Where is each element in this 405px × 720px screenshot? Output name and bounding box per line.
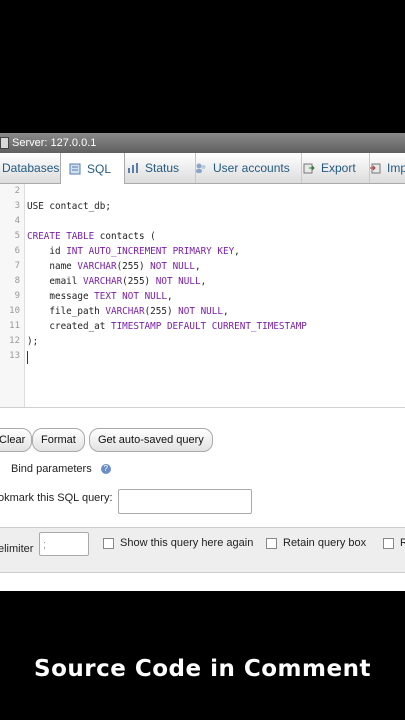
delimiter-value: ; [43,539,47,551]
delimiter-label: elimiter [0,543,34,555]
server-icon [0,137,9,150]
retain-query-checkbox[interactable] [266,537,277,549]
tab-label: Status [145,161,180,175]
tab-label: Export [321,161,356,175]
code-line: created_at TIMESTAMP DEFAULT CURRENT_TIM… [27,321,307,332]
line-number: 2 [14,186,20,196]
more-option[interactable]: R [383,537,405,549]
format-button[interactable]: Format [32,428,85,452]
code-line: email VARCHAR(255) NOT NULL, [27,276,207,287]
tab-export[interactable]: Export [295,153,370,183]
show-query-label: Show this query here again [120,537,254,549]
retain-query-label: Retain query box [283,537,367,549]
import-icon [370,163,381,174]
status-icon [128,163,138,173]
tab-status[interactable]: Status [117,153,196,183]
tab-label: SQL [87,161,112,176]
server-title[interactable]: Server: 127.0.0.1 [12,137,96,149]
line-number: 7 [14,261,20,271]
tab-label: Imp [387,161,405,175]
bookmark-label: okmark this SQL query: [0,492,113,504]
bind-parameters-option[interactable]: Bind parameters ? [0,463,111,475]
code-line: id INT AUTO_INCREMENT PRIMARY KEY, [27,246,240,257]
tab-import[interactable]: Imp [363,153,405,183]
clear-button[interactable]: Clear [0,428,32,452]
text-cursor [27,351,28,364]
sql-icon [69,163,81,174]
video-caption: Source Code in Comment [34,656,371,682]
code-line: CREATE TABLE contacts ( [27,231,156,242]
line-number: 5 [14,231,20,241]
line-number: 6 [14,246,20,256]
line-number: 9 [14,291,20,301]
tab-databases[interactable]: Databases [0,153,63,183]
more-option-label: R [400,537,405,549]
sql-editor[interactable]: 2 3 4 5 6 7 8 9 10 11 12 13 USE contact_… [0,184,405,408]
code-line: name VARCHAR(255) NOT NULL, [27,261,201,272]
line-number: 8 [14,276,20,286]
tab-label: Databases [2,161,60,175]
more-option-checkbox[interactable] [383,537,394,549]
line-number: 4 [14,216,20,226]
code-line: file_path VARCHAR(255) NOT NULL, [27,306,229,317]
retain-query-option[interactable]: Retain query box [266,537,366,549]
line-number: 11 [9,321,20,331]
users-icon [196,163,206,173]
help-icon[interactable]: ? [100,464,111,475]
tab-sql[interactable]: SQL [60,153,125,184]
line-number: 12 [9,336,20,346]
bind-parameters-label: Bind parameters [11,463,92,475]
line-number-gutter: 2 3 4 5 6 7 8 9 10 11 12 13 [0,184,25,407]
show-query-option[interactable]: Show this query here again [103,537,253,549]
line-number: 10 [9,306,20,316]
show-query-checkbox[interactable] [103,537,114,549]
code-line: ); [27,336,39,347]
bookmark-input[interactable] [118,489,252,514]
code-line: message TEXT NOT NULL, [27,291,173,302]
tab-user-accounts[interactable]: User accounts [187,153,302,183]
phpmyadmin-window: Server: 127.0.0.1 Databases SQL Status U… [0,133,405,591]
line-number: 3 [14,201,20,211]
server-breadcrumb-bar: Server: 127.0.0.1 [0,133,405,153]
code-line: USE contact_db; [27,201,111,212]
query-options-bar: elimiter ; Show this query here again Re… [0,527,405,573]
delimiter-input[interactable]: ; [39,532,89,556]
export-icon [303,163,315,174]
line-number: 13 [9,351,20,361]
get-auto-saved-query-button[interactable]: Get auto-saved query [89,428,213,452]
tab-label: User accounts [213,161,290,175]
main-tabs: Databases SQL Status User accounts Expor… [0,153,405,184]
